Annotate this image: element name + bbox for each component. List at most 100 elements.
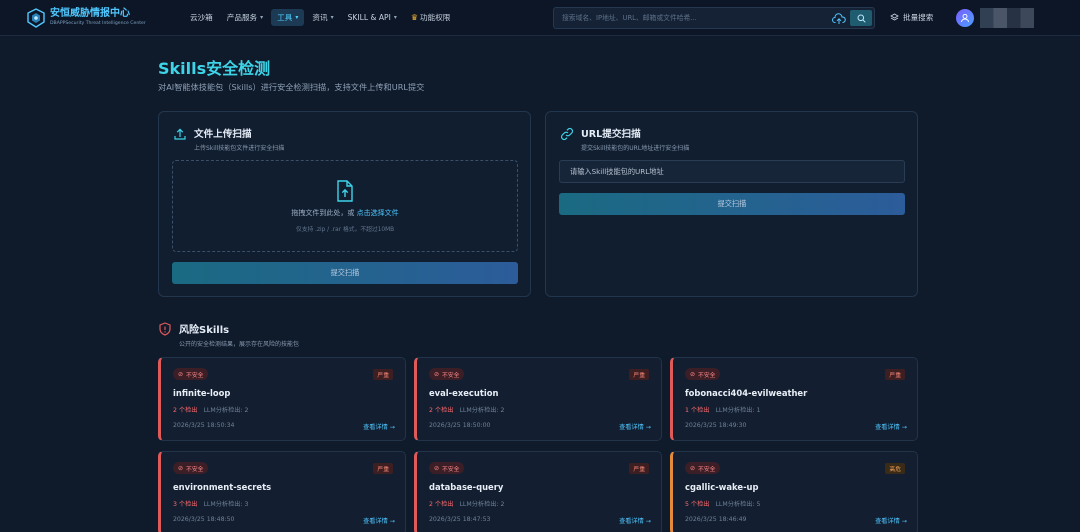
scan-time: 2026/3/25 18:49:30 xyxy=(685,422,747,429)
skill-name: fobonacci404-evilweather xyxy=(685,388,808,398)
view-details-link[interactable]: 查看详情 → xyxy=(619,516,651,525)
badge-label: 不安全 xyxy=(698,372,716,379)
view-details-link[interactable]: 查看详情 → xyxy=(875,422,907,431)
chevron-down-icon: ▾ xyxy=(295,14,299,21)
nav-label: 产品服务 xyxy=(226,13,258,22)
risk-subtitle: 公开的安全检测结果，展示存在风险的技能包 xyxy=(179,341,300,348)
llm-detections: LLM分析检出: 5 xyxy=(715,501,761,508)
url-card-title: URL提交扫描 xyxy=(581,129,641,140)
badge-label: 不安全 xyxy=(442,466,460,473)
risk-skill-card[interactable]: ⊘ 不安全 高危 cgallic-wake-up 5 个检出 LLM分析检出: 5 … xyxy=(670,451,918,532)
nav-label: 功能权限 xyxy=(420,13,451,22)
upload-card-subtitle: 上传Skill技能包文件进行安全扫描 xyxy=(194,145,285,152)
skill-url-input[interactable] xyxy=(559,160,905,183)
nav-item-skill-api[interactable]: SKILL & API ▾ xyxy=(342,10,403,25)
scan-time: 2026/3/25 18:48:50 xyxy=(173,516,235,523)
detection-count: 3 个检出 xyxy=(173,501,198,508)
username-redacted xyxy=(980,8,1034,28)
risk-skills-header: 风险Skills 公开的安全检测结果，展示存在风险的技能包 xyxy=(158,321,299,348)
risk-skill-card[interactable]: ⊘ 不安全 严重 eval-execution 2 个检出 LLM分析检出: 2 2… xyxy=(414,357,662,441)
severity-badge: 高危 xyxy=(885,463,905,474)
shield-alert-icon xyxy=(159,322,171,336)
alert-circle-icon: ⊘ xyxy=(434,464,440,472)
unsafe-badge: ⊘ 不安全 xyxy=(685,368,721,380)
page-subtitle: 对AI智能体技能包（Skills）进行安全检测扫描，支持文件上传和URL提交 xyxy=(158,82,425,92)
file-upload-card: 文件上传扫描 上传Skill技能包文件进行安全扫描 拖拽文件到此处，或 点击选择… xyxy=(158,111,531,297)
file-dropzone[interactable]: 拖拽文件到此处，或 点击选择文件 仅支持 .zip / .rar 格式，不超过1… xyxy=(172,160,518,252)
scan-time: 2026/3/25 18:46:49 xyxy=(685,516,747,523)
upload-icon xyxy=(174,128,186,140)
risk-skill-card[interactable]: ⊘ 不安全 严重 database-query 2 个检出 LLM分析检出: 2 2… xyxy=(414,451,662,532)
llm-detections: LLM分析检出: 2 xyxy=(459,407,505,414)
choose-file-link[interactable]: 点击选择文件 xyxy=(357,209,399,217)
user-menu[interactable] xyxy=(956,8,1034,28)
detection-count: 5 个检出 xyxy=(685,501,710,508)
scan-time: 2026/3/25 18:47:53 xyxy=(429,516,491,523)
crown-icon: ♛ xyxy=(410,13,419,22)
chevron-down-icon: ▾ xyxy=(260,14,264,21)
nav-item-tools[interactable]: 工具 ▾ xyxy=(271,9,305,26)
search-icon xyxy=(857,14,866,23)
skill-name: database-query xyxy=(429,482,504,492)
view-details-link[interactable]: 查看详情 → xyxy=(619,422,651,431)
alert-circle-icon: ⊘ xyxy=(178,464,184,472)
chevron-down-icon: ▾ xyxy=(393,14,397,21)
url-submit-card: URL提交扫描 提交Skill技能包的URL地址进行安全扫描 提交扫描 xyxy=(545,111,918,297)
llm-detections: LLM分析检出: 2 xyxy=(203,407,249,414)
severity-badge: 严重 xyxy=(885,369,905,380)
url-submit-button[interactable]: 提交扫描 xyxy=(559,193,905,215)
page-title: Skills安全检测 xyxy=(158,59,271,78)
unsafe-badge: ⊘ 不安全 xyxy=(685,462,721,474)
main-nav: 云沙箱 产品服务 ▾ 工具 ▾ 资讯 ▾ SKILL & API ▾ ♛ 功能权限 xyxy=(184,9,458,26)
severity-badge: 严重 xyxy=(373,369,393,380)
logo[interactable]: 安恒威胁情报中心 DBAPPSecurity Threat Intelligen… xyxy=(26,7,176,28)
upload-submit-button[interactable]: 提交扫描 xyxy=(172,262,518,284)
bulk-search-label: 批量搜索 xyxy=(903,13,934,22)
nav-item-permissions[interactable]: ♛ 功能权限 xyxy=(405,9,457,26)
nav-item-products[interactable]: 产品服务 ▾ xyxy=(221,9,269,26)
skill-name: eval-execution xyxy=(429,388,499,398)
risk-skill-card[interactable]: ⊘ 不安全 严重 infinite-loop 2 个检出 LLM分析检出: 2 20… xyxy=(158,357,406,441)
avatar[interactable] xyxy=(956,9,974,27)
logo-title: 安恒威胁情报中心 xyxy=(50,8,130,19)
llm-detections: LLM分析检出: 3 xyxy=(203,501,249,508)
layers-icon xyxy=(890,13,899,21)
risk-title: 风险Skills xyxy=(179,325,230,336)
badge-label: 不安全 xyxy=(698,466,716,473)
unsafe-badge: ⊘ 不安全 xyxy=(429,462,465,474)
view-details-link[interactable]: 查看详情 → xyxy=(875,516,907,525)
badge-label: 不安全 xyxy=(442,372,460,379)
nav-item-sandbox[interactable]: 云沙箱 xyxy=(184,9,219,26)
alert-circle-icon: ⊘ xyxy=(178,370,184,378)
dropzone-text: 拖拽文件到此处，或 点击选择文件 xyxy=(291,208,398,218)
unsafe-badge: ⊘ 不安全 xyxy=(429,368,465,380)
nav-label: SKILL & API xyxy=(347,13,391,22)
file-upload-icon xyxy=(337,179,353,202)
scan-time: 2026/3/25 18:50:34 xyxy=(173,422,235,429)
search-button[interactable] xyxy=(850,10,872,26)
skill-name: environment-secrets xyxy=(173,482,272,492)
view-details-link[interactable]: 查看详情 → xyxy=(363,516,395,525)
nav-label: 工具 xyxy=(277,13,293,22)
shield-logo-icon xyxy=(27,7,45,28)
user-icon xyxy=(961,13,969,23)
llm-detections: LLM分析检出: 2 xyxy=(459,501,505,508)
badge-label: 不安全 xyxy=(186,372,204,379)
nav-item-news[interactable]: 资讯 ▾ xyxy=(306,9,339,26)
search-input[interactable] xyxy=(562,14,832,22)
detection-count: 1 个检出 xyxy=(685,407,710,414)
upload-card-title: 文件上传扫描 xyxy=(194,129,252,140)
detection-count: 2 个检出 xyxy=(429,407,454,414)
unsafe-badge: ⊘ 不安全 xyxy=(173,462,209,474)
cloud-upload-icon[interactable] xyxy=(832,13,846,25)
llm-detections: LLM分析检出: 1 xyxy=(715,407,761,414)
nav-label: 资讯 xyxy=(312,13,328,22)
risk-skill-card[interactable]: ⊘ 不安全 严重 fobonacci404-evilweather 1 个检出 LL… xyxy=(670,357,918,441)
url-card-subtitle: 提交Skill技能包的URL地址进行安全扫描 xyxy=(581,145,690,152)
view-details-link[interactable]: 查看详情 → xyxy=(363,422,395,431)
nav-label: 云沙箱 xyxy=(190,13,213,22)
top-navbar: 安恒威胁情报中心 DBAPPSecurity Threat Intelligen… xyxy=(0,0,1080,36)
risk-skill-card[interactable]: ⊘ 不安全 严重 environment-secrets 3 个检出 LLM分析检出… xyxy=(158,451,406,532)
alert-circle-icon: ⊘ xyxy=(690,370,696,378)
bulk-search-button[interactable]: 批量搜索 xyxy=(890,12,933,23)
